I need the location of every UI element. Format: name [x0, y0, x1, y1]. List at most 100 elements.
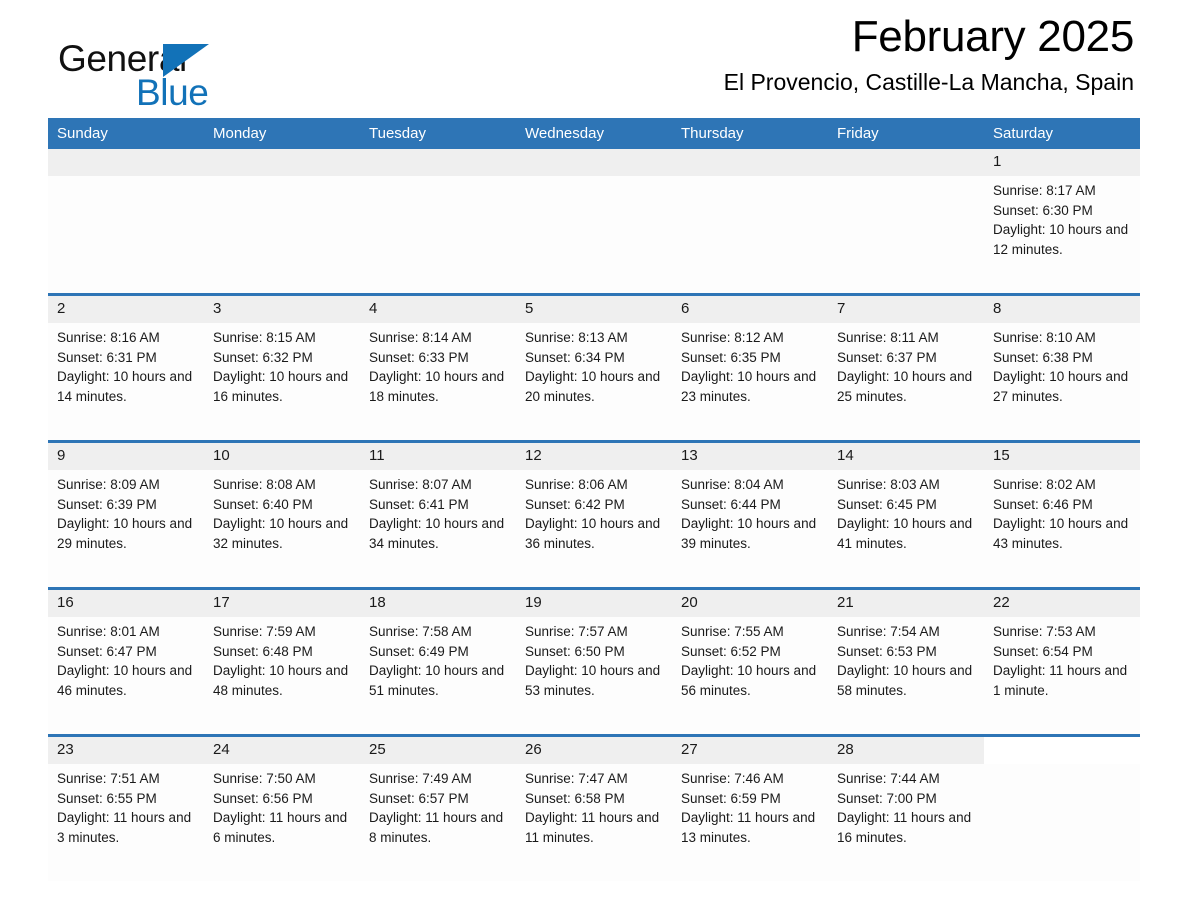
day-cell[interactable]: Sunrise: 8:09 AM Sunset: 6:39 PM Daylight:… — [48, 470, 204, 589]
sunrise-text: Sunrise: 7:49 AM — [369, 771, 472, 786]
day-number[interactable]: 12 — [516, 440, 672, 470]
sunrise-text: Sunrise: 8:14 AM — [369, 330, 472, 345]
day-cell[interactable]: Sunrise: 8:03 AM Sunset: 6:45 PM Daylight:… — [828, 470, 984, 589]
daylight-text: Daylight: 10 hours and 25 minutes. — [837, 369, 973, 405]
day-number[interactable]: 20 — [672, 587, 828, 617]
sunset-text: Sunset: 6:41 PM — [369, 496, 469, 512]
day-cell[interactable]: Sunrise: 8:15 AM Sunset: 6:32 PM Daylight:… — [204, 323, 360, 442]
day-number-empty — [516, 149, 672, 176]
day-cell[interactable]: Sunrise: 8:07 AM Sunset: 6:41 PM Daylight:… — [360, 470, 516, 589]
daylight-text: Daylight: 10 hours and 20 minutes. — [525, 369, 661, 405]
day-cell[interactable]: Sunrise: 7:44 AM Sunset: 7:00 PM Daylight:… — [828, 764, 984, 881]
day-number[interactable]: 10 — [204, 440, 360, 470]
week-detail-row: Sunrise: 8:17 AM Sunset: 6:30 PM Daylight:… — [48, 176, 1140, 295]
day-cell[interactable]: Sunrise: 8:11 AM Sunset: 6:37 PM Daylight:… — [828, 323, 984, 442]
day-number[interactable]: 19 — [516, 587, 672, 617]
day-cell[interactable]: Sunrise: 8:10 AM Sunset: 6:38 PM Daylight:… — [984, 323, 1140, 442]
day-number[interactable]: 7 — [828, 293, 984, 323]
week-detail-row: Sunrise: 8:01 AM Sunset: 6:47 PM Daylight:… — [48, 617, 1140, 736]
weekday-header-thursday: Thursday — [672, 118, 828, 149]
day-cell[interactable]: Sunrise: 8:17 AM Sunset: 6:30 PM Daylight:… — [984, 176, 1140, 295]
day-cell[interactable]: Sunrise: 8:01 AM Sunset: 6:47 PM Daylight:… — [48, 617, 204, 736]
sunset-text: Sunset: 6:46 PM — [993, 496, 1093, 512]
day-number[interactable]: 17 — [204, 587, 360, 617]
day-number[interactable]: 8 — [984, 293, 1140, 323]
day-number[interactable]: 1 — [984, 149, 1140, 176]
day-cell[interactable]: Sunrise: 8:08 AM Sunset: 6:40 PM Daylight:… — [204, 470, 360, 589]
daylight-text: Daylight: 10 hours and 32 minutes. — [213, 516, 349, 552]
daylight-text: Daylight: 11 hours and 8 minutes. — [369, 810, 504, 846]
day-cell[interactable]: Sunrise: 7:49 AM Sunset: 6:57 PM Daylight:… — [360, 764, 516, 881]
day-number[interactable]: 6 — [672, 293, 828, 323]
sunrise-text: Sunrise: 8:08 AM — [213, 477, 316, 492]
day-cell[interactable]: Sunrise: 7:53 AM Sunset: 6:54 PM Daylight:… — [984, 617, 1140, 736]
day-cell[interactable]: Sunrise: 8:12 AM Sunset: 6:35 PM Daylight:… — [672, 323, 828, 442]
daylight-text: Daylight: 10 hours and 56 minutes. — [681, 663, 817, 699]
day-number[interactable]: 15 — [984, 440, 1140, 470]
day-number[interactable]: 21 — [828, 587, 984, 617]
sunset-text: Sunset: 6:33 PM — [369, 349, 469, 365]
sunset-text: Sunset: 6:59 PM — [681, 790, 781, 806]
day-number[interactable]: 4 — [360, 293, 516, 323]
day-cell-empty — [984, 764, 1140, 881]
day-number[interactable]: 25 — [360, 734, 516, 764]
day-number[interactable]: 3 — [204, 293, 360, 323]
daylight-text: Daylight: 10 hours and 41 minutes. — [837, 516, 973, 552]
sunset-text: Sunset: 6:52 PM — [681, 643, 781, 659]
day-number-empty — [828, 149, 984, 176]
day-number[interactable]: 14 — [828, 440, 984, 470]
sunrise-text: Sunrise: 8:17 AM — [993, 183, 1096, 198]
day-cell[interactable]: Sunrise: 8:16 AM Sunset: 6:31 PM Daylight:… — [48, 323, 204, 442]
sunset-text: Sunset: 6:49 PM — [369, 643, 469, 659]
sunset-text: Sunset: 6:55 PM — [57, 790, 157, 806]
sunrise-text: Sunrise: 8:15 AM — [213, 330, 316, 345]
day-cell[interactable]: Sunrise: 8:13 AM Sunset: 6:34 PM Daylight:… — [516, 323, 672, 442]
day-number[interactable]: 27 — [672, 734, 828, 764]
day-cell[interactable]: Sunrise: 8:14 AM Sunset: 6:33 PM Daylight:… — [360, 323, 516, 442]
day-cell[interactable]: Sunrise: 8:06 AM Sunset: 6:42 PM Daylight:… — [516, 470, 672, 589]
weekday-header-friday: Friday — [828, 118, 984, 149]
day-cell[interactable]: Sunrise: 7:54 AM Sunset: 6:53 PM Daylight:… — [828, 617, 984, 736]
day-number[interactable]: 11 — [360, 440, 516, 470]
day-cell[interactable]: Sunrise: 8:04 AM Sunset: 6:44 PM Daylight:… — [672, 470, 828, 589]
daylight-text: Daylight: 10 hours and 53 minutes. — [525, 663, 661, 699]
week-daynumber-row: 23 24 25 26 27 28 — [48, 734, 1140, 764]
day-cell[interactable]: Sunrise: 7:55 AM Sunset: 6:52 PM Daylight:… — [672, 617, 828, 736]
day-number-empty — [48, 149, 204, 176]
daylight-text: Daylight: 10 hours and 43 minutes. — [993, 516, 1129, 552]
day-number[interactable]: 18 — [360, 587, 516, 617]
day-cell[interactable]: Sunrise: 7:50 AM Sunset: 6:56 PM Daylight:… — [204, 764, 360, 881]
day-number[interactable]: 16 — [48, 587, 204, 617]
sunrise-text: Sunrise: 7:57 AM — [525, 624, 628, 639]
sunrise-sunset-calendar: Sunday Monday Tuesday Wednesday Thursday… — [48, 118, 1140, 881]
day-cell[interactable]: Sunrise: 7:51 AM Sunset: 6:55 PM Daylight:… — [48, 764, 204, 881]
day-number[interactable]: 24 — [204, 734, 360, 764]
day-cell[interactable]: Sunrise: 7:58 AM Sunset: 6:49 PM Daylight:… — [360, 617, 516, 736]
day-number[interactable]: 13 — [672, 440, 828, 470]
day-cell-empty — [516, 176, 672, 295]
day-cell[interactable]: Sunrise: 7:47 AM Sunset: 6:58 PM Daylight:… — [516, 764, 672, 881]
daylight-text: Daylight: 10 hours and 27 minutes. — [993, 369, 1129, 405]
generalblue-logo[interactable]: General Blue — [58, 40, 318, 120]
day-number-empty — [984, 734, 1140, 764]
day-cell-empty — [204, 176, 360, 295]
sunset-text: Sunset: 6:31 PM — [57, 349, 157, 365]
day-number[interactable]: 5 — [516, 293, 672, 323]
weekday-header-tuesday: Tuesday — [360, 118, 516, 149]
sunrise-text: Sunrise: 8:10 AM — [993, 330, 1096, 345]
day-number[interactable]: 9 — [48, 440, 204, 470]
day-cell[interactable]: Sunrise: 7:57 AM Sunset: 6:50 PM Daylight:… — [516, 617, 672, 736]
day-number[interactable]: 22 — [984, 587, 1140, 617]
week-daynumber-row: 9 10 11 12 13 14 15 — [48, 440, 1140, 470]
day-number[interactable]: 23 — [48, 734, 204, 764]
sunrise-text: Sunrise: 8:02 AM — [993, 477, 1096, 492]
day-cell[interactable]: Sunrise: 7:59 AM Sunset: 6:48 PM Daylight:… — [204, 617, 360, 736]
day-number[interactable]: 2 — [48, 293, 204, 323]
weekday-header-row: Sunday Monday Tuesday Wednesday Thursday… — [48, 118, 1140, 149]
day-number[interactable]: 26 — [516, 734, 672, 764]
sunrise-text: Sunrise: 8:09 AM — [57, 477, 160, 492]
day-cell[interactable]: Sunrise: 7:46 AM Sunset: 6:59 PM Daylight:… — [672, 764, 828, 881]
day-cell[interactable]: Sunrise: 8:02 AM Sunset: 6:46 PM Daylight:… — [984, 470, 1140, 589]
daylight-text: Daylight: 10 hours and 12 minutes. — [993, 222, 1129, 258]
day-number[interactable]: 28 — [828, 734, 984, 764]
